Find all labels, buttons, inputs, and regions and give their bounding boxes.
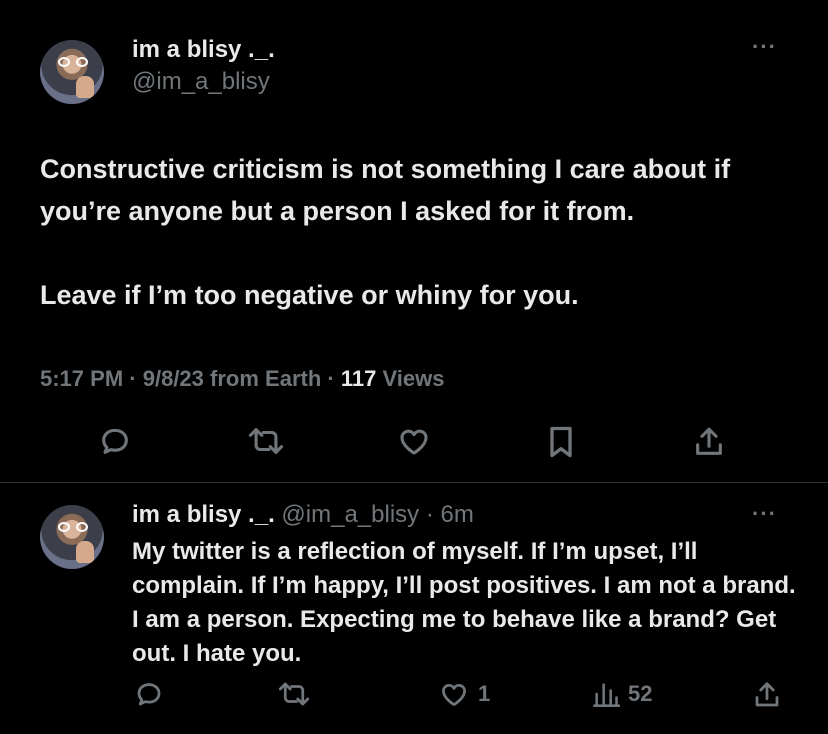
views-label: Views bbox=[382, 366, 445, 391]
more-options-icon[interactable]: ··· bbox=[752, 34, 777, 60]
author-handle[interactable]: @im_a_blisy bbox=[281, 501, 419, 528]
main-tweet: im a blisy ._. @im_a_blisy ··· Construct… bbox=[0, 0, 828, 482]
share-icon bbox=[696, 427, 722, 455]
reply-header: im a blisy ._. @im_a_blisy · 6m bbox=[132, 501, 474, 529]
reply-tweet[interactable]: im a blisy ._. @im_a_blisy · 6m ··· My t… bbox=[0, 483, 828, 734]
tweet-meta: 5:17 PM · 9/8/23 from Earth · 117 Views bbox=[40, 366, 444, 392]
views-count: 117 bbox=[340, 366, 377, 391]
tweet-text: Constructive criticism is not something … bbox=[40, 148, 810, 316]
like-icon bbox=[442, 683, 466, 706]
reply-button[interactable] bbox=[98, 424, 132, 458]
tweet-age[interactable]: 6m bbox=[441, 501, 474, 528]
author-handle[interactable]: @im_a_blisy bbox=[132, 68, 270, 96]
tweet-text: My twitter is a reflection of myself. If… bbox=[132, 538, 796, 667]
share-button[interactable] bbox=[752, 679, 782, 711]
share-button[interactable] bbox=[692, 424, 726, 460]
avatar[interactable] bbox=[40, 40, 104, 104]
views-icon bbox=[593, 683, 620, 707]
meta-separator: · bbox=[129, 366, 137, 391]
like-button[interactable] bbox=[396, 424, 432, 458]
avatar-glasses bbox=[58, 57, 88, 67]
retweet-button[interactable] bbox=[276, 679, 312, 709]
bookmark-button[interactable] bbox=[546, 424, 576, 460]
like-count: 1 bbox=[478, 681, 491, 706]
tweet-actions: 1 52 bbox=[0, 679, 828, 715]
tweet-time[interactable]: 5:17 PM bbox=[40, 366, 123, 391]
header-separator: · bbox=[425, 501, 434, 528]
reply-button[interactable] bbox=[134, 679, 164, 709]
tweet-actions bbox=[0, 424, 828, 464]
avatar-glasses bbox=[58, 522, 88, 532]
views-count: 52 bbox=[628, 681, 653, 706]
author-name[interactable]: im a blisy ._. bbox=[132, 501, 275, 528]
views-button[interactable]: 52 bbox=[592, 679, 652, 709]
avatar[interactable] bbox=[40, 505, 104, 569]
more-options-icon[interactable]: ··· bbox=[752, 501, 777, 527]
retweet-icon bbox=[248, 428, 284, 454]
tweet-text-paragraph: Constructive criticism is not something … bbox=[40, 154, 731, 226]
bookmark-icon bbox=[550, 426, 572, 458]
tweet-text-paragraph: Leave if I’m too negative or whiny for y… bbox=[40, 280, 579, 310]
avatar-thumb bbox=[76, 76, 94, 98]
tweet-source: from Earth bbox=[210, 366, 322, 391]
like-icon bbox=[400, 429, 428, 455]
tweet-date[interactable]: 9/8/23 bbox=[143, 366, 204, 391]
reply-icon bbox=[102, 428, 128, 454]
share-icon bbox=[755, 682, 779, 707]
retweet-button[interactable] bbox=[246, 424, 286, 458]
reply-icon bbox=[137, 683, 161, 706]
retweet-icon bbox=[278, 682, 310, 706]
avatar-thumb bbox=[76, 541, 94, 563]
like-button[interactable]: 1 bbox=[438, 679, 490, 709]
author-name[interactable]: im a blisy ._. bbox=[132, 36, 275, 64]
meta-separator: · bbox=[327, 366, 335, 391]
